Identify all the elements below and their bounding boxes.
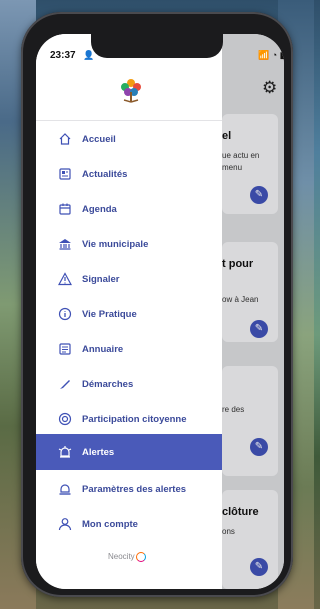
menu-item-vie-municipale[interactable]: Vie municipale bbox=[36, 227, 222, 261]
menu-item-vie-pratique[interactable]: Vie Pratique bbox=[36, 297, 222, 331]
neocity-mark-icon bbox=[135, 552, 146, 562]
info-icon bbox=[58, 307, 72, 321]
town-hall-icon bbox=[58, 237, 72, 251]
neocity-logo: Neocity bbox=[108, 552, 146, 562]
brand-name: Neocity bbox=[108, 552, 135, 562]
menu-item-participation[interactable]: Participation citoyenne bbox=[36, 402, 222, 436]
alarm-icon bbox=[58, 445, 72, 459]
menu-item-label: Mon compte bbox=[82, 518, 138, 530]
menu-item-label: Participation citoyenne bbox=[82, 413, 187, 425]
menu-item-label: Alertes bbox=[82, 446, 115, 458]
menu-item-accueil[interactable]: Accueil bbox=[36, 122, 222, 156]
pen-icon bbox=[58, 377, 72, 391]
person-icon: 👤 bbox=[83, 50, 95, 60]
menu-item-signaler[interactable]: Signaler bbox=[36, 262, 222, 296]
menu-item-actualites[interactable]: Actualités bbox=[36, 157, 222, 191]
menu-item-mon-compte[interactable]: Mon compte bbox=[36, 507, 222, 541]
status-time: 23:37 bbox=[50, 50, 76, 61]
menu-item-label: Actualités bbox=[82, 168, 128, 180]
directory-icon bbox=[58, 342, 72, 356]
user-icon bbox=[58, 517, 72, 531]
menu-item-label: Vie municipale bbox=[82, 238, 149, 250]
news-icon bbox=[58, 167, 72, 181]
navigation-drawer: 23:37 👤 Accueil Actualités Agenda Vie mu… bbox=[36, 34, 222, 589]
menu-item-agenda[interactable]: Agenda bbox=[36, 192, 222, 226]
menu-item-demarches[interactable]: Démarches bbox=[36, 367, 222, 401]
phone-notch bbox=[91, 34, 223, 58]
menu-item-label: Signaler bbox=[82, 273, 120, 285]
phone-screen: ⚙ el ue actu en menu ✎ t pour ow à Jean … bbox=[36, 34, 284, 589]
divider bbox=[36, 120, 222, 121]
calendar-icon bbox=[58, 202, 72, 216]
menu-item-annuaire[interactable]: Annuaire bbox=[36, 332, 222, 366]
home-icon bbox=[58, 132, 72, 146]
warning-icon bbox=[58, 272, 72, 286]
menu-item-label: Accueil bbox=[82, 133, 116, 145]
menu-item-label: Agenda bbox=[82, 203, 117, 215]
menu-item-label: Paramètres des alertes bbox=[82, 483, 187, 495]
menu-item-label: Vie Pratique bbox=[82, 308, 137, 320]
menu-item-alertes[interactable]: Alertes bbox=[36, 434, 222, 470]
chat-icon bbox=[58, 412, 72, 426]
menu-item-label: Démarches bbox=[82, 378, 134, 390]
alert-settings-icon bbox=[58, 482, 72, 496]
menu-item-parametres-alertes[interactable]: Paramètres des alertes bbox=[36, 472, 222, 506]
menu-item-label: Annuaire bbox=[82, 343, 124, 355]
logo-icon bbox=[121, 79, 141, 103]
status-icons: 📶 ◔ ▮ bbox=[258, 50, 284, 60]
